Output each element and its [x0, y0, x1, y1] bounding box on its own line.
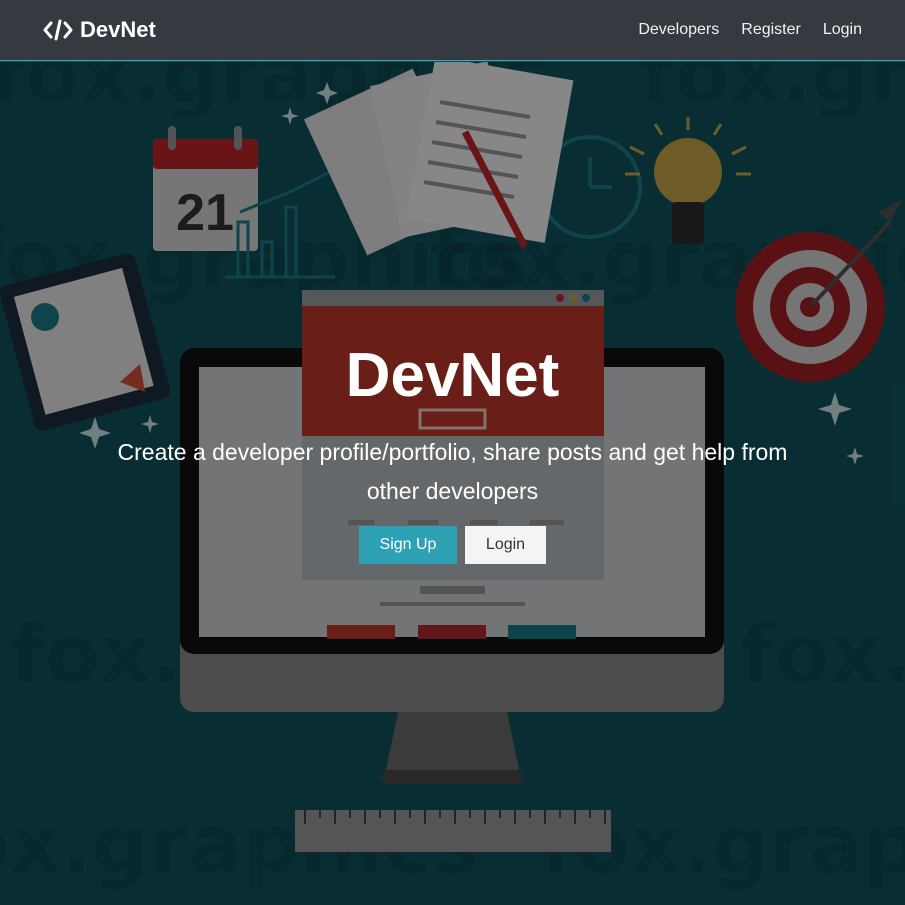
signup-button[interactable]: Sign Up — [359, 526, 457, 564]
hero-title: DevNet — [345, 341, 560, 410]
hero-buttons: Sign Up Login — [0, 526, 905, 564]
hero-lead: Create a developer profile/portfolio, sh… — [117, 439, 788, 504]
brand-name: DevNet — [80, 17, 156, 42]
code-icon — [43, 19, 73, 41]
nav-links: Developers Register Login — [616, 21, 862, 39]
nav-login-link[interactable]: Login — [823, 21, 862, 39]
nav-register-link[interactable]: Register — [741, 21, 801, 39]
login-button[interactable]: Login — [465, 526, 546, 564]
hero-section: fox.graphics fox.graphics fox.graphics f… — [0, 62, 905, 905]
nav-developers-link[interactable]: Developers — [638, 21, 719, 39]
navbar: DevNet Developers Register Login — [0, 0, 905, 61]
brand-link[interactable]: DevNet — [43, 17, 156, 43]
hero-content: DevNet Create a developer profile/portfo… — [0, 62, 905, 905]
